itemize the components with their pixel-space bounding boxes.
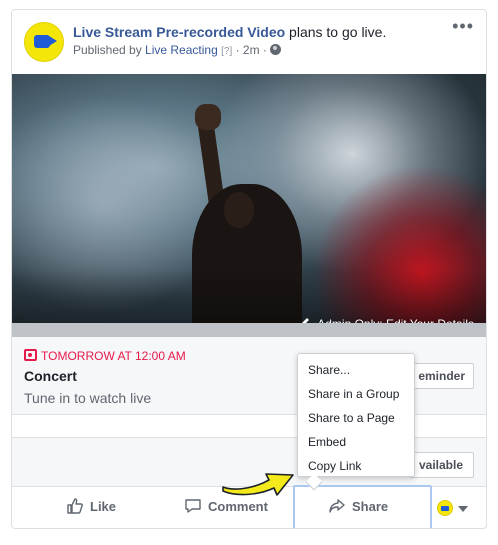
yellow-arrow-icon [222, 473, 294, 496]
live-calendar-icon [24, 349, 37, 361]
video-camera-icon [34, 35, 50, 48]
chevron-down-icon[interactable] [458, 506, 468, 512]
post-card: Live Stream Pre-recorded Video plans to … [11, 9, 487, 529]
separator-dot: · [232, 43, 243, 57]
event-cover-photo[interactable]: Admin Only: Edit Your Details [12, 74, 486, 338]
event-time-text: TOMORROW AT 12:00 AM [41, 349, 186, 363]
get-reminder-button[interactable]: eminder [410, 363, 474, 389]
thumbs-up-icon [67, 498, 83, 514]
more-options-icon[interactable]: ••• [452, 17, 474, 35]
help-link[interactable]: [?] [221, 46, 232, 57]
comment-label: Comment [208, 499, 268, 514]
share-button[interactable]: Share [328, 497, 388, 521]
menu-item-embed[interactable]: Embed [298, 430, 414, 454]
photo-performer-head [224, 192, 254, 228]
comment-bubble-icon [185, 499, 201, 513]
like-label: Like [90, 499, 117, 514]
publisher-link[interactable]: Live Reacting [145, 43, 218, 57]
post-title: Live Stream Pre-recorded Video plans to … [73, 24, 386, 40]
event-description: Tune in to watch live [24, 390, 152, 406]
camera-lens-icon [49, 36, 57, 46]
event-time: TOMORROW AT 12:00 AM [24, 349, 186, 363]
acting-as-avatar[interactable] [437, 500, 453, 516]
photo-performer-hand [195, 104, 221, 130]
globe-icon[interactable] [270, 44, 282, 55]
separator-dot: · [259, 43, 271, 57]
post-header: Live Stream Pre-recorded Video plans to … [12, 10, 486, 74]
menu-item-share-to-page[interactable]: Share to a Page [298, 406, 414, 430]
post-meta: Published by Live Reacting [?] · 2m · [73, 43, 282, 57]
menu-item-share[interactable]: Share... [298, 358, 414, 382]
comment-button[interactable]: Comment [184, 497, 268, 521]
published-by-prefix: Published by [73, 43, 146, 57]
share-arrow-icon [329, 499, 345, 513]
post-action-text: plans to go live. [285, 24, 387, 40]
share-label: Share [352, 499, 389, 514]
photo-divider-bar [12, 323, 486, 337]
availability-button[interactable]: vailable [410, 452, 474, 478]
like-button[interactable]: Like [66, 497, 116, 521]
page-name-link[interactable]: Live Stream Pre-recorded Video [73, 24, 285, 40]
share-menu: Share... Share in a Group Share to a Pag… [297, 353, 415, 477]
page-avatar[interactable] [24, 22, 64, 62]
event-name[interactable]: Concert [24, 368, 77, 384]
menu-item-share-in-group[interactable]: Share in a Group [298, 382, 414, 406]
post-timestamp[interactable]: 2m [243, 43, 260, 57]
